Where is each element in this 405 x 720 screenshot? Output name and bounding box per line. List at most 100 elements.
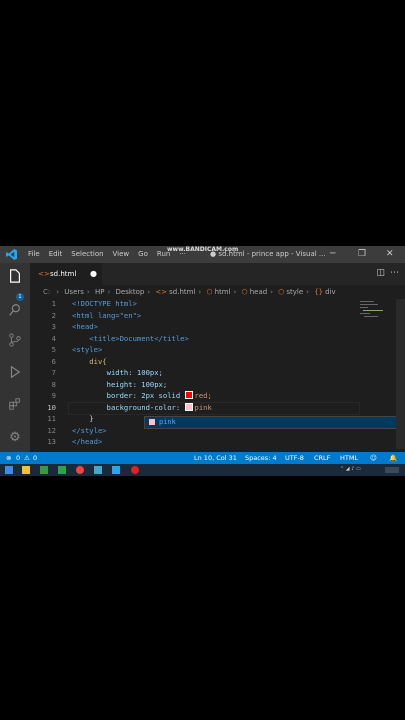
error-count[interactable]: 0 xyxy=(16,454,20,462)
element-icon: ⬡ xyxy=(206,288,213,296)
close-icon[interactable]: ✕ xyxy=(386,249,394,259)
menu-edit[interactable]: Edit xyxy=(49,250,63,258)
windows-start-icon[interactable] xyxy=(5,466,13,474)
code-line: 1 <!DOCTYPE html> xyxy=(30,299,360,311)
breadcrumb-chevron-icon: C: xyxy=(43,288,51,296)
line-number: 13 xyxy=(47,437,56,446)
line-number: 9 xyxy=(51,391,56,400)
menu-file[interactable]: File xyxy=(28,250,40,258)
remote-icon[interactable]: ⊗ xyxy=(6,454,11,462)
code-text: width: 100px; xyxy=(72,368,163,377)
line-number: 6 xyxy=(51,356,56,366)
menu-view[interactable]: View xyxy=(113,250,130,258)
code-text: } xyxy=(72,414,94,423)
code-text: </head> xyxy=(72,437,103,446)
line-number: 1 xyxy=(51,299,56,308)
code-line: 4 <title>Document</title> xyxy=(30,334,360,346)
color-swatch-icon[interactable] xyxy=(184,391,193,399)
feedback-icon[interactable]: ☺ xyxy=(370,454,377,462)
code-line: 8 height: 100px; xyxy=(30,380,360,392)
breadcrumb-desktop[interactable]: Desktop xyxy=(116,288,145,296)
line-number: 5 xyxy=(51,345,56,354)
warning-count[interactable]: 0 xyxy=(33,454,37,462)
line-number: 7 xyxy=(51,368,56,377)
breadcrumb: C: › Users › HP › Desktop › <> sd.html › ⬡ html… xyxy=(43,288,336,296)
color-swatch-icon[interactable] xyxy=(184,402,193,411)
menu-bar: File Edit Selection View Go Run ··· xyxy=(28,250,186,258)
run-debug-icon[interactable] xyxy=(7,365,23,381)
breadcrumb-file[interactable]: sd.html xyxy=(169,288,195,296)
line-ending[interactable]: CRLF xyxy=(314,454,330,462)
tab-label: sd.html xyxy=(50,270,77,278)
warning-icon[interactable]: ⚠ xyxy=(24,454,30,462)
encoding[interactable]: UTF-8 xyxy=(285,454,304,462)
notifications-bell-icon[interactable]: 🔔 xyxy=(389,454,397,462)
store-icon[interactable] xyxy=(40,466,48,474)
window-title: ● sd.html - prince app - Visual ... xyxy=(210,250,326,258)
app-icon[interactable] xyxy=(94,466,102,474)
breadcrumb-users[interactable]: Users xyxy=(64,288,84,296)
split-editor-icon[interactable]: ◫ xyxy=(376,268,385,278)
source-control-icon[interactable] xyxy=(7,333,23,349)
suggestion-label: pink xyxy=(159,418,176,426)
code-text: <title>Document</title> xyxy=(72,333,189,343)
settings-gear-icon[interactable]: ⚙ xyxy=(7,430,23,446)
tray-icons[interactable]: ⌃ ◢ ♪ ▭ xyxy=(340,466,361,472)
code-text: height: 100px; xyxy=(72,379,168,389)
style-icon: {} xyxy=(314,288,324,296)
restore-icon[interactable]: ❐ xyxy=(358,249,366,259)
tab-sd-html[interactable]: <> sd.html ● xyxy=(30,263,102,285)
unsaved-dot-icon[interactable]: ● xyxy=(90,269,97,278)
vscode-window: File Edit Selection View Go Run ··· www.… xyxy=(0,246,405,476)
code-text: </style> xyxy=(72,425,107,435)
cursor-position[interactable]: Ln 10, Col 31 xyxy=(194,454,237,462)
code-line: 13 </head> xyxy=(30,437,360,449)
code-text: border: 2px solid red; xyxy=(72,391,212,400)
breadcrumb-head[interactable]: head xyxy=(250,288,267,296)
minimize-icon[interactable]: ─ xyxy=(330,249,335,259)
code-text: <html lang="en"> xyxy=(72,310,142,320)
more-actions-icon[interactable]: ⋯ xyxy=(390,268,399,278)
clock-icon[interactable] xyxy=(385,467,399,473)
title-bar: File Edit Selection View Go Run ··· www.… xyxy=(0,246,405,263)
menu-selection[interactable]: Selection xyxy=(71,250,103,258)
line-number: 2 xyxy=(51,310,56,320)
minimap[interactable] xyxy=(358,299,388,329)
code-line: 5 <style> xyxy=(30,345,360,357)
file-explorer-icon[interactable] xyxy=(22,466,30,474)
activity-bar: 1 ⚙ xyxy=(0,263,30,452)
code-line: 9 border: 2px solid red; xyxy=(30,391,360,403)
vscode-logo-icon xyxy=(6,249,17,260)
record-icon[interactable] xyxy=(131,466,139,474)
vertical-scrollbar[interactable] xyxy=(396,299,405,449)
line-number: 11 xyxy=(47,414,56,423)
extensions-icon[interactable] xyxy=(7,397,23,413)
breadcrumb-style[interactable]: style xyxy=(286,288,303,296)
autocomplete-suggestion[interactable]: pink xyxy=(144,416,405,429)
vscode-taskbar-icon[interactable] xyxy=(112,466,120,474)
code-line: 2 <html lang="en"> xyxy=(30,311,360,323)
line-number: 8 xyxy=(51,379,56,389)
chrome-icon[interactable] xyxy=(76,466,84,474)
code-line: 3 <head> xyxy=(30,322,360,334)
line-number: 3 xyxy=(51,322,56,331)
notification-badge: 1 xyxy=(16,293,24,301)
code-text: <style> xyxy=(72,345,103,354)
code-editor[interactable]: 1 <!DOCTYPE html> 2 <html lang="en"> 3 <… xyxy=(30,299,405,452)
code-text: background-color: pink xyxy=(72,402,212,412)
breadcrumb-div[interactable]: div xyxy=(325,288,336,296)
breadcrumb-hp[interactable]: HP xyxy=(95,288,105,296)
html-file-icon: <> xyxy=(155,288,168,296)
files-icon[interactable] xyxy=(7,269,23,285)
element-icon: ⬡ xyxy=(241,288,248,296)
status-bar: ⊗ 0 ⚠ 0 Ln 10, Col 31 Spaces: 4 UTF-8 CR… xyxy=(0,452,405,464)
line-number: 12 xyxy=(47,425,56,435)
code-line: 7 width: 100px; xyxy=(30,368,360,380)
windows-taskbar: ⌃ ◢ ♪ ▭ xyxy=(0,464,405,476)
breadcrumb-html[interactable]: html xyxy=(215,288,231,296)
indentation[interactable]: Spaces: 4 xyxy=(245,454,277,462)
app-icon[interactable] xyxy=(58,466,66,474)
menu-go[interactable]: Go xyxy=(138,250,148,258)
search-icon[interactable] xyxy=(7,303,23,319)
language-mode[interactable]: HTML xyxy=(340,454,358,462)
